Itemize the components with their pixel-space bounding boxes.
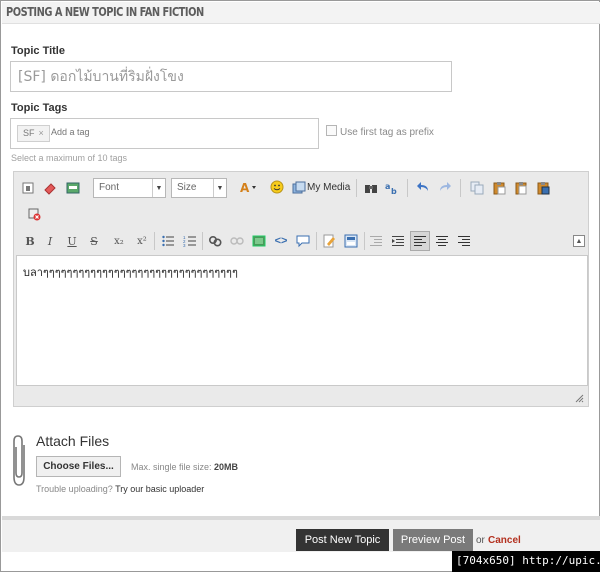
image-icon[interactable] xyxy=(251,233,267,249)
source-icon[interactable] xyxy=(20,180,36,196)
trouble-uploading: Trouble uploading? Try our basic uploade… xyxy=(36,484,204,494)
collapse-icon[interactable]: ▲ xyxy=(573,235,585,247)
tag-chip-label: SF xyxy=(23,128,35,138)
svg-text:A: A xyxy=(240,181,250,195)
link-icon[interactable] xyxy=(207,233,223,249)
toolbar-separator xyxy=(154,232,155,250)
max-file-size-label: Max. single file size: xyxy=(131,462,212,472)
editor-content-area[interactable]: บลาๆๆๆๆๆๆๆๆๆๆๆๆๆๆๆๆๆๆๆๆๆๆๆๆๆๆๆๆๆๆๆๆๆ xyxy=(16,255,588,386)
max-file-size: Max. single file size: 20MB xyxy=(131,462,238,472)
size-select[interactable]: Size ▼ xyxy=(171,178,227,198)
trouble-uploading-text: Trouble uploading? xyxy=(36,484,113,494)
undo-icon[interactable] xyxy=(415,180,431,196)
font-select-value: Font xyxy=(99,182,120,193)
table-icon[interactable] xyxy=(343,233,359,249)
toolbar-separator xyxy=(316,232,317,250)
quote-icon[interactable] xyxy=(295,233,311,249)
rich-text-editor: Font ▼ Size ▼ A My Media ab B I U S x₂ x… xyxy=(13,171,589,407)
align-center-icon[interactable] xyxy=(434,233,450,249)
subscript-icon[interactable]: x₂ xyxy=(111,233,127,249)
toolbar-row-1: Font ▼ Size ▼ A My Media ab xyxy=(14,176,590,202)
choose-files-button[interactable]: Choose Files... xyxy=(36,456,121,477)
font-color-icon[interactable]: A xyxy=(238,180,260,196)
font-select[interactable]: Font ▼ xyxy=(93,178,166,198)
code-icon[interactable]: <> xyxy=(273,233,289,249)
size-select-value: Size xyxy=(177,182,197,193)
svg-text:b: b xyxy=(391,187,397,195)
toolbar-separator xyxy=(460,179,461,197)
eraser-icon[interactable] xyxy=(42,180,58,196)
emoticon-icon[interactable] xyxy=(269,179,285,195)
underline-icon[interactable]: U xyxy=(64,233,80,249)
toolbar-separator xyxy=(407,179,408,197)
use-first-tag-checkbox[interactable] xyxy=(326,125,337,136)
add-tag-input[interactable] xyxy=(51,127,201,137)
bold-icon[interactable]: B xyxy=(22,233,38,249)
redo-icon[interactable] xyxy=(437,180,453,196)
topic-title-label: Topic Title xyxy=(11,45,65,57)
find-icon[interactable] xyxy=(363,180,379,196)
italic-icon[interactable]: I xyxy=(42,233,58,249)
attach-files-section: Attach Files Choose Files... Max. single… xyxy=(1,421,600,511)
paste-text-icon[interactable] xyxy=(513,180,529,196)
outdent-icon[interactable] xyxy=(368,233,384,249)
paste-icon[interactable] xyxy=(491,180,507,196)
spellcheck-icon[interactable]: ab xyxy=(384,180,400,196)
size-select-chevron-down-icon: ▼ xyxy=(213,179,226,197)
align-right-icon[interactable] xyxy=(456,233,472,249)
topic-title-input[interactable] xyxy=(10,61,452,92)
toolbar-row-2 xyxy=(14,203,590,229)
toolbar-row-3: B I U S x₂ x² 123 <> ▲ xyxy=(14,230,590,256)
max-file-size-value: 20MB xyxy=(214,462,239,472)
resize-grip-icon[interactable] xyxy=(574,393,584,403)
basic-uploader-link[interactable]: Try our basic uploader xyxy=(115,484,204,494)
font-select-chevron-down-icon: ▼ xyxy=(152,179,165,197)
unlink-icon[interactable] xyxy=(229,233,245,249)
image-host-watermark: [704x650] http://upic.me/ xyxy=(452,551,600,572)
bulleted-list-icon[interactable] xyxy=(160,233,176,249)
post-new-topic-button[interactable]: Post New Topic xyxy=(296,529,389,551)
use-first-tag-label: Use first tag as prefix xyxy=(340,127,434,138)
indent-icon[interactable] xyxy=(390,233,406,249)
page-title: POSTING A NEW TOPIC IN FAN FICTION xyxy=(6,5,204,19)
toolbar-separator xyxy=(202,232,203,250)
tags-hint: Select a maximum of 10 tags xyxy=(11,153,128,163)
form-footer: Post New Topic Preview Post or Cancel xyxy=(2,520,600,552)
svg-text:3: 3 xyxy=(183,243,186,248)
strikethrough-icon[interactable]: S xyxy=(86,233,102,249)
spoiler-icon[interactable] xyxy=(65,180,81,196)
my-media-label[interactable]: My Media xyxy=(307,182,350,193)
numbered-list-icon[interactable]: 123 xyxy=(182,233,198,249)
toolbar-separator xyxy=(356,179,357,197)
attach-files-title: Attach Files xyxy=(36,433,110,449)
my-media-icon[interactable] xyxy=(291,180,307,196)
superscript-icon[interactable]: x² xyxy=(134,233,150,249)
cancel-link[interactable]: Cancel xyxy=(488,535,521,546)
editor-content-text: บลาๆๆๆๆๆๆๆๆๆๆๆๆๆๆๆๆๆๆๆๆๆๆๆๆๆๆๆๆๆๆๆๆๆ xyxy=(23,266,238,279)
topic-tags-field[interactable]: SF × xyxy=(10,118,319,149)
page-header: POSTING A NEW TOPIC IN FAN FICTION xyxy=(2,2,600,24)
topic-tags-label: Topic Tags xyxy=(11,102,68,114)
preview-post-button[interactable]: Preview Post xyxy=(393,529,473,551)
paste-word-icon[interactable] xyxy=(535,180,551,196)
toolbar-separator xyxy=(364,232,365,250)
tag-chip[interactable]: SF × xyxy=(17,125,50,142)
svg-text:a: a xyxy=(385,182,390,191)
or-text: or xyxy=(476,535,485,546)
remove-format-icon[interactable] xyxy=(26,206,42,222)
align-left-icon[interactable] xyxy=(410,231,430,251)
copy-icon[interactable] xyxy=(469,180,485,196)
page-frame: POSTING A NEW TOPIC IN FAN FICTION Topic… xyxy=(0,0,600,572)
special-icon[interactable] xyxy=(321,233,337,249)
paperclip-icon xyxy=(12,435,28,492)
tag-remove-icon[interactable]: × xyxy=(39,128,44,138)
